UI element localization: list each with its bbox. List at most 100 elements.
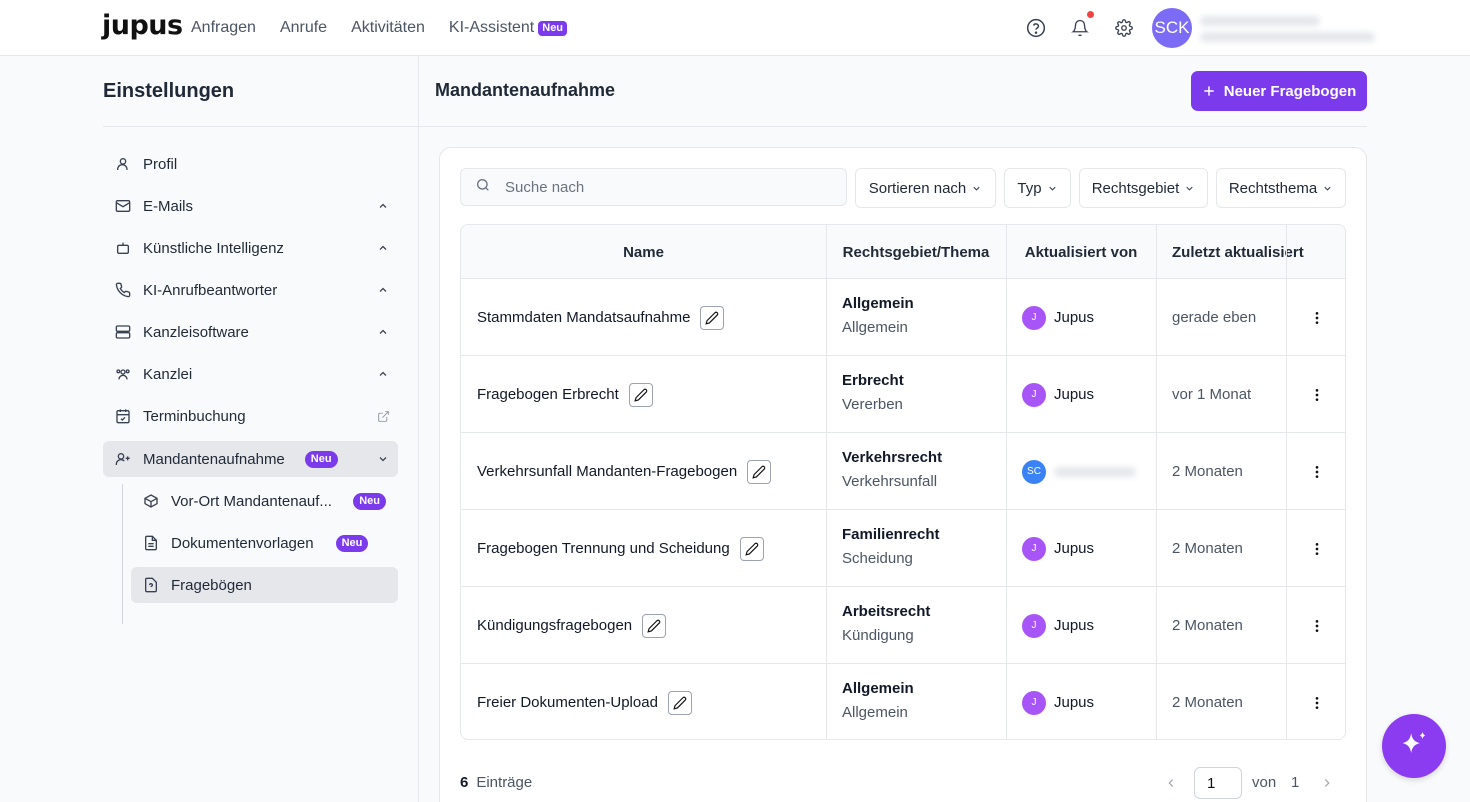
pencil-icon[interactable] xyxy=(747,459,772,484)
area-cell: Erbrecht Vererben xyxy=(842,372,904,413)
updated-by-cell: J Jupus xyxy=(1022,664,1095,739)
name-cell: Fragebogen Erbrecht xyxy=(477,356,653,433)
questionnaire-name[interactable]: Stammdaten Mandatsaufnahme xyxy=(477,309,690,326)
nav-anfragen[interactable]: Anfragen xyxy=(191,19,256,37)
column-header-updated-by[interactable]: Aktualisiert von xyxy=(1006,225,1156,279)
chevron-up-icon[interactable] xyxy=(368,200,398,212)
phone-icon xyxy=(103,282,143,298)
table-row[interactable]: Verkehrsunfall Mandanten-Fragebogen Verk… xyxy=(461,433,1345,510)
chevron-down-icon xyxy=(973,186,980,191)
ai-assistant-button[interactable] xyxy=(1382,714,1446,778)
user-name: Jupus xyxy=(1054,386,1095,403)
questionnaire-name[interactable]: Fragebogen Erbrecht xyxy=(477,386,619,403)
user-avatar: J xyxy=(1022,536,1046,561)
area-cell: Allgemein Allgemein xyxy=(842,680,914,721)
type-dropdown[interactable]: Typ xyxy=(1004,168,1071,208)
more-vertical-icon[interactable] xyxy=(1287,279,1345,356)
questionnaire-name[interactable]: Fragebogen Trennung und Scheidung xyxy=(477,540,730,557)
legal-topic-dropdown[interactable]: Rechtsthema xyxy=(1216,168,1346,208)
user-avatar: J xyxy=(1022,613,1046,638)
area-cell: Familienrecht Scheidung xyxy=(842,526,940,567)
nav-label: Aktivitäten xyxy=(351,19,425,36)
chevron-up-icon[interactable] xyxy=(368,242,398,254)
user-avatar[interactable]: SCK xyxy=(1152,8,1192,48)
divider xyxy=(103,126,418,127)
area-cell: Verkehrsrecht Verkehrsunfall xyxy=(842,449,942,490)
user-name: Jupus xyxy=(1054,617,1095,634)
column-header-area[interactable]: Rechtsgebiet/Thema xyxy=(826,225,1006,279)
table-row[interactable]: Freier Dokumenten-Upload Allgemein Allgem… xyxy=(461,664,1345,739)
more-vertical-icon[interactable] xyxy=(1287,433,1345,510)
legal-topic: Scheidung xyxy=(842,550,913,567)
area-cell: Arbeitsrecht Kündigung xyxy=(842,603,930,644)
pencil-icon[interactable] xyxy=(667,690,692,715)
questionnaire-name[interactable]: Freier Dokumenten-Upload xyxy=(477,694,658,711)
sidebar-item-terminbuchung[interactable]: Terminbuchung xyxy=(103,398,398,434)
table-row[interactable]: Stammdaten Mandatsaufnahme Allgemein Allg… xyxy=(461,279,1345,356)
chevron-left-icon[interactable] xyxy=(1164,767,1178,802)
pencil-icon[interactable] xyxy=(628,382,653,407)
column-header-name[interactable]: Name xyxy=(461,225,826,279)
users-icon xyxy=(103,366,143,382)
nav-anrufe[interactable]: Anrufe xyxy=(280,19,327,37)
help-icon[interactable] xyxy=(1022,14,1050,42)
sidebar-subitem-dokumentenvorlagen[interactable]: Dokumentenvorlagen Neu xyxy=(131,525,398,561)
box-icon xyxy=(131,493,171,509)
bell-icon[interactable] xyxy=(1066,14,1094,42)
questionnaire-table: Name Rechtsgebiet/Thema Aktualisiert von… xyxy=(460,224,1346,740)
user-avatar: J xyxy=(1022,305,1046,330)
chevron-right-icon[interactable] xyxy=(1320,767,1334,802)
nav-aktivitaeten[interactable]: Aktivitäten xyxy=(351,19,425,37)
nav-ki-assistent[interactable]: KI-Assistent Neu xyxy=(449,19,568,37)
sidebar-item-emails[interactable]: E-Mails xyxy=(103,188,398,224)
bot-icon xyxy=(103,240,143,256)
user-name: Jupus xyxy=(1054,309,1095,326)
sidebar-item-kanzlei[interactable]: Kanzlei xyxy=(103,356,398,392)
page-number-input[interactable]: 1 xyxy=(1194,767,1242,799)
nav-label: Anfragen xyxy=(191,19,256,36)
updated-by-cell: J Jupus xyxy=(1022,279,1094,356)
more-vertical-icon[interactable] xyxy=(1287,510,1345,587)
chevron-up-icon[interactable] xyxy=(368,326,398,338)
column-divider xyxy=(1006,225,1007,739)
chevron-down-icon[interactable] xyxy=(368,453,398,465)
chevron-up-icon[interactable] xyxy=(368,368,398,380)
questionnaire-name[interactable]: Verkehrsunfall Mandanten-Fragebogen xyxy=(477,463,737,480)
pencil-icon[interactable] xyxy=(739,536,764,561)
sidebar-item-label: Künstliche Intelligenz xyxy=(143,239,284,257)
sidebar-item-mandantenaufnahme[interactable]: Mandantenaufnahme Neu xyxy=(103,441,398,477)
legal-area: Verkehrsrecht xyxy=(842,449,943,466)
more-vertical-icon[interactable] xyxy=(1287,587,1345,664)
page-title: Mandantenaufnahme xyxy=(435,80,616,100)
sort-dropdown[interactable]: Sortieren nach xyxy=(855,168,996,208)
jupus-logo[interactable]: jupus xyxy=(102,10,183,41)
name-cell: Kündigungsfragebogen xyxy=(477,587,667,664)
last-updated: 2 Monaten xyxy=(1172,617,1243,634)
last-updated: gerade eben xyxy=(1172,309,1257,326)
table-row[interactable]: Fragebogen Trennung und Scheidung Famili… xyxy=(461,510,1345,587)
pencil-icon[interactable] xyxy=(700,305,725,330)
more-vertical-icon[interactable] xyxy=(1287,664,1345,739)
gear-icon[interactable] xyxy=(1110,14,1138,42)
questionnaire-name[interactable]: Kündigungsfragebogen xyxy=(477,617,632,634)
chevron-up-icon[interactable] xyxy=(368,284,398,296)
legal-area-dropdown[interactable]: Rechtsgebiet xyxy=(1079,168,1208,208)
search-input[interactable] xyxy=(505,178,805,196)
table-row[interactable]: Fragebogen Erbrecht Erbrecht Vererben J Ju… xyxy=(461,356,1345,433)
sidebar-item-ki[interactable]: Künstliche Intelligenz xyxy=(103,230,398,266)
pencil-icon[interactable] xyxy=(642,613,667,638)
more-vertical-icon[interactable] xyxy=(1287,356,1345,433)
table-row[interactable]: Kündigungsfragebogen Arbeitsrecht Kündigu… xyxy=(461,587,1345,664)
sidebar-item-ki-anrufbeantworter[interactable]: KI-Anrufbeantworter xyxy=(103,272,398,308)
search-box[interactable] xyxy=(460,168,847,206)
page-of-label: von xyxy=(1252,774,1277,791)
column-header-last-updated[interactable]: Zuletzt aktualisiert xyxy=(1172,225,1332,279)
entry-count-label: Einträge xyxy=(476,774,533,791)
user-name: Jupus xyxy=(1054,694,1095,711)
new-questionnaire-button[interactable]: Neuer Fragebogen xyxy=(1191,71,1367,111)
sidebar-subitem-vor-ort[interactable]: Vor-Ort Mandantenauf... Neu xyxy=(131,483,398,519)
sidebar-item-kanzleisoftware[interactable]: Kanzleisoftware xyxy=(103,314,398,350)
sidebar-subitem-frageboegen[interactable]: Fragebögen xyxy=(131,567,398,603)
sidebar-item-profil[interactable]: Profil xyxy=(103,146,398,182)
name-cell: Stammdaten Mandatsaufnahme xyxy=(477,279,725,356)
